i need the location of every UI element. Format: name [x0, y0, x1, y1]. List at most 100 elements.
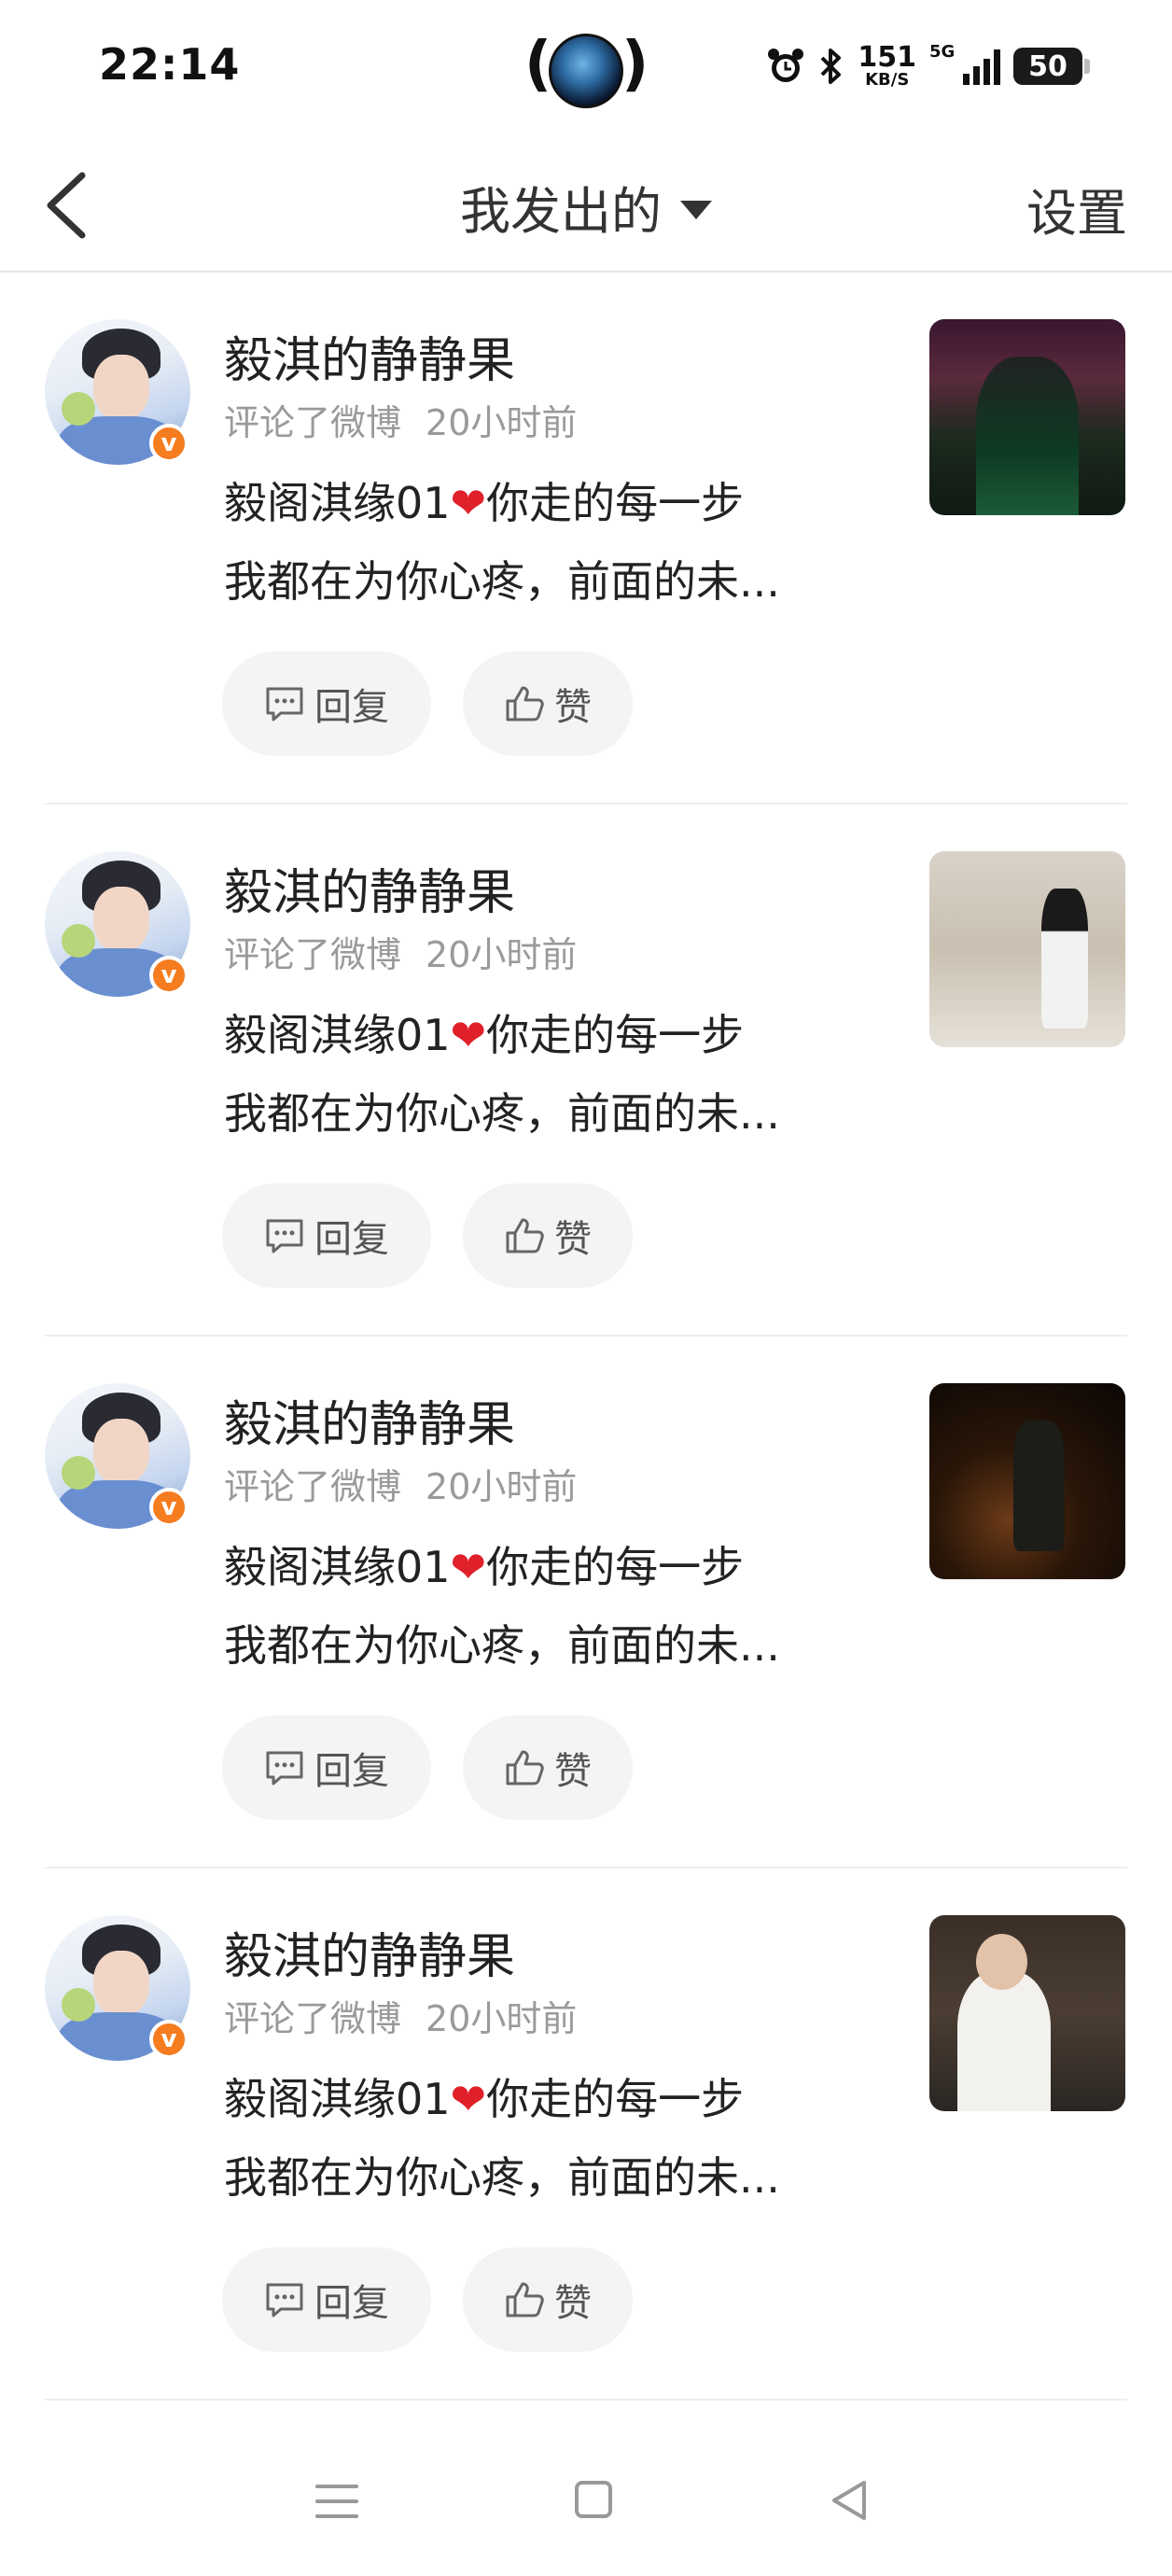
heart-icon: ❤ [450, 1010, 487, 1060]
like-label: 赞 [554, 2282, 592, 2325]
verified-badge-icon: v [149, 956, 188, 995]
heart-icon: ❤ [450, 2074, 487, 2124]
comment-icon [266, 1751, 303, 1785]
time-ago: 20小时前 [426, 1998, 578, 2039]
action-text: 评论了微博 [224, 1998, 402, 2039]
reply-button[interactable]: 回复 [222, 1183, 431, 1288]
like-button[interactable]: 赞 [463, 1183, 633, 1288]
comment-item[interactable]: v 毅淇的静静果 评论了微博 20小时前 毅阁淇缘01❤你走的每一步 我都在为你心… [0, 1869, 1172, 2401]
reply-label: 回复 [314, 1750, 389, 1793]
title-dropdown[interactable]: 我发出的 [0, 170, 1172, 244]
comment-content[interactable]: 毅阁淇缘01❤你走的每一步 我都在为你心疼，前面的未... [224, 464, 877, 621]
username[interactable]: 毅淇的静静果 [224, 853, 515, 923]
reply-button[interactable]: 回复 [222, 2247, 431, 2352]
divider [45, 2399, 1127, 2401]
comment-item[interactable]: v 毅淇的静静果 评论了微博 20小时前 毅阁淇缘01❤你走的每一步 我都在为你心… [0, 1337, 1172, 1869]
comment-content[interactable]: 毅阁淇缘01❤你走的每一步 我都在为你心疼，前面的未... [224, 1528, 877, 1685]
network-type: 5G [929, 42, 956, 62]
reply-label: 回复 [314, 686, 389, 729]
comment-content[interactable]: 毅阁淇缘01❤你走的每一步 我都在为你心疼，前面的未... [224, 2060, 877, 2217]
post-thumbnail[interactable] [929, 1383, 1125, 1579]
content-line-1: 毅阁淇缘01❤你走的每一步 [224, 1528, 877, 1606]
recent-apps-icon[interactable] [315, 2483, 358, 2520]
caret-down-icon [680, 200, 712, 219]
avatar[interactable]: v [45, 851, 190, 997]
media-orb-icon [549, 34, 623, 108]
thumbs-up-icon [506, 1750, 544, 1785]
content-line-2: 我都在为你心疼，前面的未... [224, 556, 780, 607]
camera-island: ( ) [524, 28, 649, 108]
like-label: 赞 [554, 1750, 592, 1793]
reply-button[interactable]: 回复 [222, 1715, 431, 1820]
page-title: 我发出的 [460, 182, 662, 241]
battery-icon: 50 [1013, 48, 1090, 85]
settings-button[interactable]: 设置 [1026, 172, 1127, 245]
post-thumbnail[interactable] [929, 319, 1125, 515]
cellular-signal-icon: 5G [929, 42, 1000, 85]
verified-badge-icon: v [149, 2020, 188, 2059]
back-triangle-icon[interactable] [829, 2479, 872, 2522]
signal-bar [973, 66, 980, 85]
thumbs-up-icon [506, 1218, 544, 1253]
time-ago: 20小时前 [426, 402, 578, 443]
island-left-bracket: ( [524, 30, 552, 99]
content-line-2: 我都在为你心疼，前面的未... [224, 1088, 780, 1139]
content-line-1: 毅阁淇缘01❤你走的每一步 [224, 996, 877, 1074]
net-speed-unit: KB/S [865, 70, 910, 90]
avatar[interactable]: v [45, 1383, 190, 1529]
like-label: 赞 [554, 1218, 592, 1261]
post-thumbnail[interactable] [929, 1915, 1125, 2111]
action-text: 评论了微博 [224, 934, 402, 975]
bluetooth-icon [820, 49, 842, 84]
username[interactable]: 毅淇的静静果 [224, 321, 515, 391]
time-ago: 20小时前 [426, 1466, 578, 1507]
heart-icon: ❤ [450, 478, 487, 528]
content-line-2: 我都在为你心疼，前面的未... [224, 1620, 780, 1671]
action-text: 评论了微博 [224, 402, 402, 443]
header: 我发出的 设置 [0, 140, 1172, 273]
verified-badge-icon: v [149, 1488, 188, 1527]
content-text-a: 毅阁淇缘01 [224, 1542, 451, 1592]
like-button[interactable]: 赞 [463, 651, 633, 756]
comment-content[interactable]: 毅阁淇缘01❤你走的每一步 我都在为你心疼，前面的未... [224, 996, 877, 1153]
content-text-b: 你走的每一步 [486, 1010, 745, 1060]
reply-button[interactable]: 回复 [222, 651, 431, 756]
battery-level: 50 [1028, 49, 1067, 83]
thumbs-up-icon [506, 2282, 544, 2317]
like-button[interactable]: 赞 [463, 1715, 633, 1820]
comment-meta: 评论了微博 20小时前 [224, 1458, 577, 1509]
post-thumbnail[interactable] [929, 851, 1125, 1047]
status-bar: 22:14 ( ) 151 KB/S 5G 50 [0, 0, 1172, 131]
clock: 22:14 [99, 39, 241, 90]
content-text-a: 毅阁淇缘01 [224, 2074, 451, 2124]
content-text-b: 你走的每一步 [486, 1542, 745, 1592]
status-icons: 151 KB/S 5G 50 [766, 34, 1090, 99]
verified-badge-icon: v [149, 424, 188, 463]
content-text-a: 毅阁淇缘01 [224, 478, 451, 528]
avatar[interactable]: v [45, 319, 190, 465]
net-speed-value: 151 [858, 41, 916, 74]
comment-item[interactable]: v 毅淇的静静果 评论了微博 20小时前 毅阁淇缘01❤你走的每一步 我都在为你心… [0, 805, 1172, 1337]
network-speed: 151 KB/S [858, 44, 916, 89]
comment-icon [266, 2283, 303, 2317]
home-icon[interactable] [575, 2481, 612, 2518]
username[interactable]: 毅淇的静静果 [224, 1385, 515, 1455]
comment-item[interactable]: v 毅淇的静静果 评论了微博 20小时前 毅阁淇缘01❤你走的每一步 我都在为你心… [0, 273, 1172, 805]
comment-icon [266, 1219, 303, 1253]
system-nav-bar [0, 2427, 1172, 2576]
content-text-b: 你走的每一步 [486, 2074, 745, 2124]
like-button[interactable]: 赞 [463, 2247, 633, 2352]
action-text: 评论了微博 [224, 1466, 402, 1507]
content-text-b: 你走的每一步 [486, 478, 745, 528]
comment-feed: v 毅淇的静静果 评论了微博 20小时前 毅阁淇缘01❤你走的每一步 我都在为你心… [0, 273, 1172, 2401]
comment-meta: 评论了微博 20小时前 [224, 394, 577, 445]
avatar[interactable]: v [45, 1915, 190, 2061]
comment-meta: 评论了微博 20小时前 [224, 926, 577, 977]
reply-label: 回复 [314, 1218, 389, 1261]
island-right-bracket: ) [621, 30, 649, 99]
username[interactable]: 毅淇的静静果 [224, 1917, 515, 1987]
content-text-a: 毅阁淇缘01 [224, 1010, 451, 1060]
content-line-1: 毅阁淇缘01❤你走的每一步 [224, 2060, 877, 2138]
like-label: 赞 [554, 686, 592, 729]
alarm-icon [768, 49, 804, 82]
